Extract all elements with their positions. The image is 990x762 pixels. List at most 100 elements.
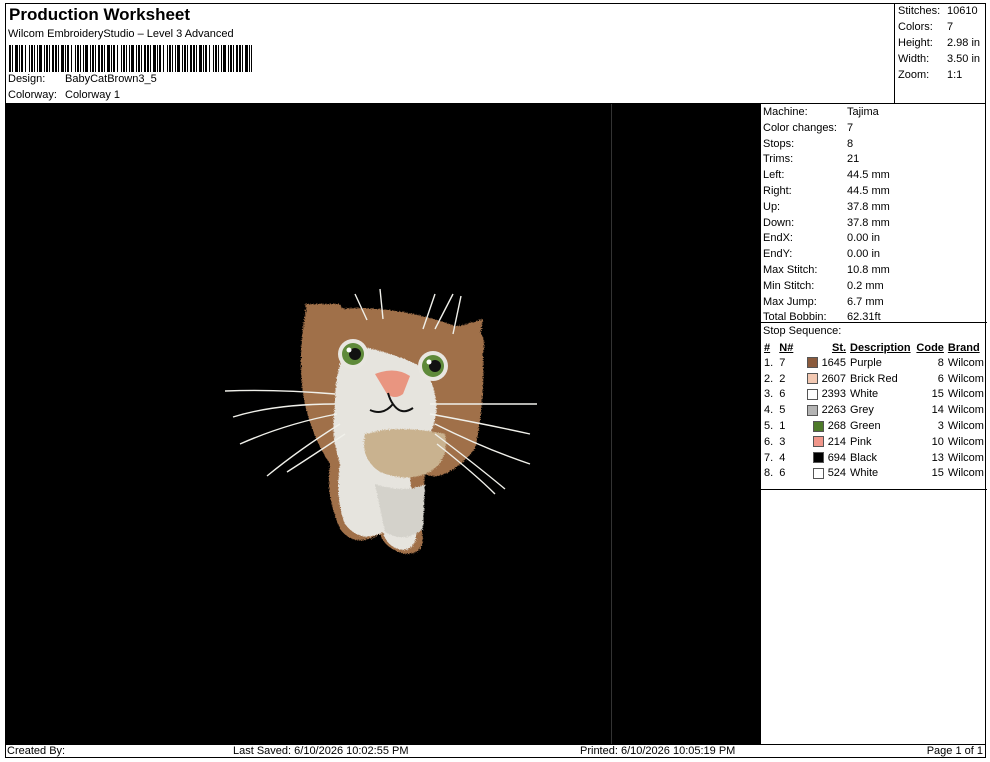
row-needle: 7 [779,356,786,369]
row-num: 8. [764,467,774,480]
row-code: 8 [937,356,944,369]
color-swatch [812,468,824,480]
design-preview [5,104,760,744]
row-code: 10 [931,435,944,448]
barcode [9,45,252,72]
worksheet-header: Production Worksheet Wilcom EmbroiderySt… [5,3,895,104]
col-num: # [764,341,771,354]
row-description: Purple [850,356,882,369]
table-row: 6. 3 214 Pink 10 Wilcom [762,434,986,450]
spec-row: EndY: 0.00 in [763,248,880,260]
spec-label: Machine: [763,106,808,118]
spec-row: Left: 44.5 mm [763,169,890,181]
stitch-count: 694 [827,451,847,464]
row-brand: Wilcom [947,435,984,448]
stitch-count: 214 [827,435,847,448]
spec-value: 21 [847,153,860,166]
colorway-label: Colorway: [8,89,57,101]
color-swatch [812,436,824,448]
row-num: 5. [764,420,774,433]
spec-value: 6.7 mm [847,295,884,308]
row-description: White [850,388,879,401]
spec-label: Max Stitch: [763,264,818,276]
colorway-value: Colorway 1 [65,89,121,101]
spec-label: Trims: [763,153,794,166]
color-swatch [812,452,824,464]
seq-divider [761,322,987,323]
row-stitches: 524 [801,466,848,482]
summary-colors: Colors: 7 [898,21,954,33]
stop-sequence-table: # N# St. Description Code Brand 1. 7 1645 P… [762,340,986,481]
row-num: 1. [764,356,774,369]
spec-value: 10.8 mm [847,264,890,276]
summary-width: Width: 3.50 in [898,53,981,65]
row-needle: 1 [779,420,786,433]
row-brand: Wilcom [947,451,984,464]
row-brand: Wilcom [947,388,984,401]
spec-row: Up: 37.8 mm [763,201,890,213]
color-swatch [812,420,824,432]
row-description: Pink [850,435,872,448]
table-header-row: # N# St. Description Code Brand [762,340,986,355]
row-brand: Wilcom [947,404,984,417]
row-needle: 5 [779,404,786,417]
table-row: 2. 2 2607 Brick Red 6 Wilcom [762,371,986,387]
spec-label: EndY: [763,248,793,261]
row-stitches: 2607 [801,371,848,387]
row-code: 15 [931,467,944,480]
row-code: 14 [931,404,944,417]
spec-row: EndX: 0.00 in [763,232,880,244]
stitch-count: 2607 [821,372,847,385]
row-description: White [850,467,879,480]
spec-value: 0.2 mm [847,279,884,292]
spec-label: Down: [763,216,795,229]
spec-row: Max Jump: 6.7 mm [763,296,884,308]
stitch-count: 268 [827,420,847,433]
row-stitches: 2393 [801,387,848,403]
color-swatch [806,357,818,369]
spec-label: EndX: [763,232,793,245]
col-stitches: St. [831,341,847,354]
row-brand: Wilcom [947,420,984,433]
col-description: Description [850,341,911,354]
row-description: Grey [850,404,874,417]
col-needle: N# [779,341,794,354]
row-stitches: 1645 [801,355,848,371]
spec-row: Trims: 21 [763,153,859,165]
design-label: Design: [8,73,46,85]
cat-embroidery-image [224,288,537,554]
spec-value: 0.00 in [847,248,881,261]
spec-label: Right: [763,185,792,197]
row-stitches: 694 [801,450,848,466]
row-brand: Wilcom [947,467,984,480]
design-value: BabyCatBrown3_5 [65,73,157,85]
spec-row: Min Stitch: 0.2 mm [763,280,884,292]
software-subtitle: Wilcom EmbroideryStudio – Level 3 Advanc… [8,28,234,40]
color-swatch [806,373,818,385]
spec-value: 8 [847,137,854,150]
table-row: 3. 6 2393 White 15 Wilcom [762,387,986,403]
created-by: Created By: [7,745,66,757]
stitch-count: 524 [827,467,847,480]
spec-value: 7 [847,121,854,134]
row-needle: 6 [779,388,786,401]
row-code: 6 [937,372,944,385]
design-summary: Stitches: 10610 Colors: 7 Height: 2.98 in W… [895,3,986,104]
row-num: 6. [764,435,774,448]
stitch-count: 2263 [821,404,847,417]
spec-label: Min Stitch: [763,279,815,292]
spec-row: Down: 37.8 mm [763,217,890,229]
design-row: Design: BabyCatBrown3_5 [8,73,157,85]
row-num: 2. [764,372,774,385]
stitch-count: 2393 [821,388,847,401]
table-row: 5. 1 268 Green 3 Wilcom [762,418,986,434]
spec-value: 0.00 in [847,232,881,245]
row-needle: 4 [779,451,786,464]
row-brand: Wilcom [947,356,984,369]
row-stitches: 214 [801,434,848,450]
row-needle: 3 [779,435,786,448]
spec-row: Max Stitch: 10.8 mm [763,264,890,276]
row-description: Black [850,451,877,464]
row-num: 7. [764,451,774,464]
page-number: Page 1 of 1 [926,745,983,757]
